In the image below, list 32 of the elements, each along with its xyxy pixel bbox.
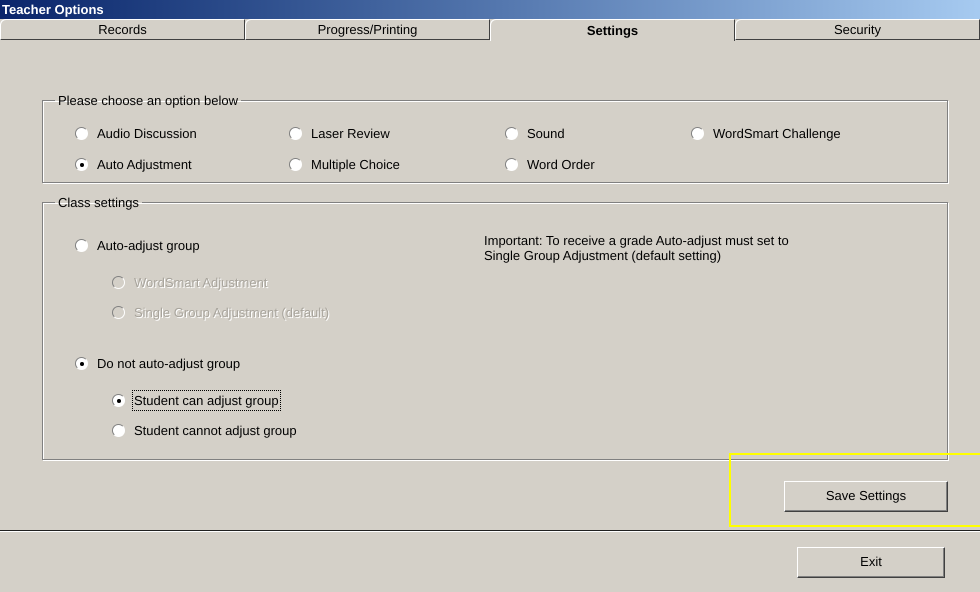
tab[interactable]: Progress/Printing [245, 19, 490, 40]
radio-button[interactable] [505, 127, 518, 140]
radio-label: Sound [526, 124, 566, 143]
tab[interactable]: Settings [490, 19, 735, 41]
exit-button[interactable]: Exit [797, 546, 945, 578]
radio-button[interactable] [75, 127, 88, 140]
radio-label: Multiple Choice [310, 156, 401, 174]
radio-button[interactable] [691, 127, 704, 140]
group-title: Class settings [57, 194, 140, 212]
tab[interactable]: Security [735, 19, 980, 40]
tab[interactable]: Records [0, 19, 245, 40]
radio-label: Audio Discussion [96, 124, 198, 143]
radio-label: Auto-adjust group [96, 236, 201, 255]
window-title: Teacher Options [2, 0, 104, 19]
save-settings-button[interactable]: Save Settings [784, 480, 948, 512]
radio-button[interactable] [112, 394, 125, 407]
radio-label: Student can adjust group [132, 390, 281, 412]
radio-label: Student cannot adjust group [133, 422, 298, 440]
radio-button[interactable] [75, 239, 88, 252]
radio-label: Auto Adjustment [96, 156, 193, 174]
radio-button[interactable] [289, 127, 302, 140]
radio-label: Do not auto-adjust group [96, 354, 242, 373]
radio-button[interactable] [289, 158, 302, 171]
radio-button[interactable] [505, 158, 518, 171]
radio-label: Word Order [526, 156, 596, 174]
radio-button[interactable] [112, 424, 125, 437]
note-text: Important: To receive a grade Auto-adjust must set to Single Group Adjustment (default setting) [484, 232, 790, 265]
radio-label: Laser Review [310, 124, 391, 143]
radio-button[interactable] [75, 158, 88, 171]
radio-label: WordSmart Challenge [712, 124, 842, 143]
group-title: Please choose an option below [57, 92, 239, 110]
radio-button[interactable] [75, 357, 88, 370]
